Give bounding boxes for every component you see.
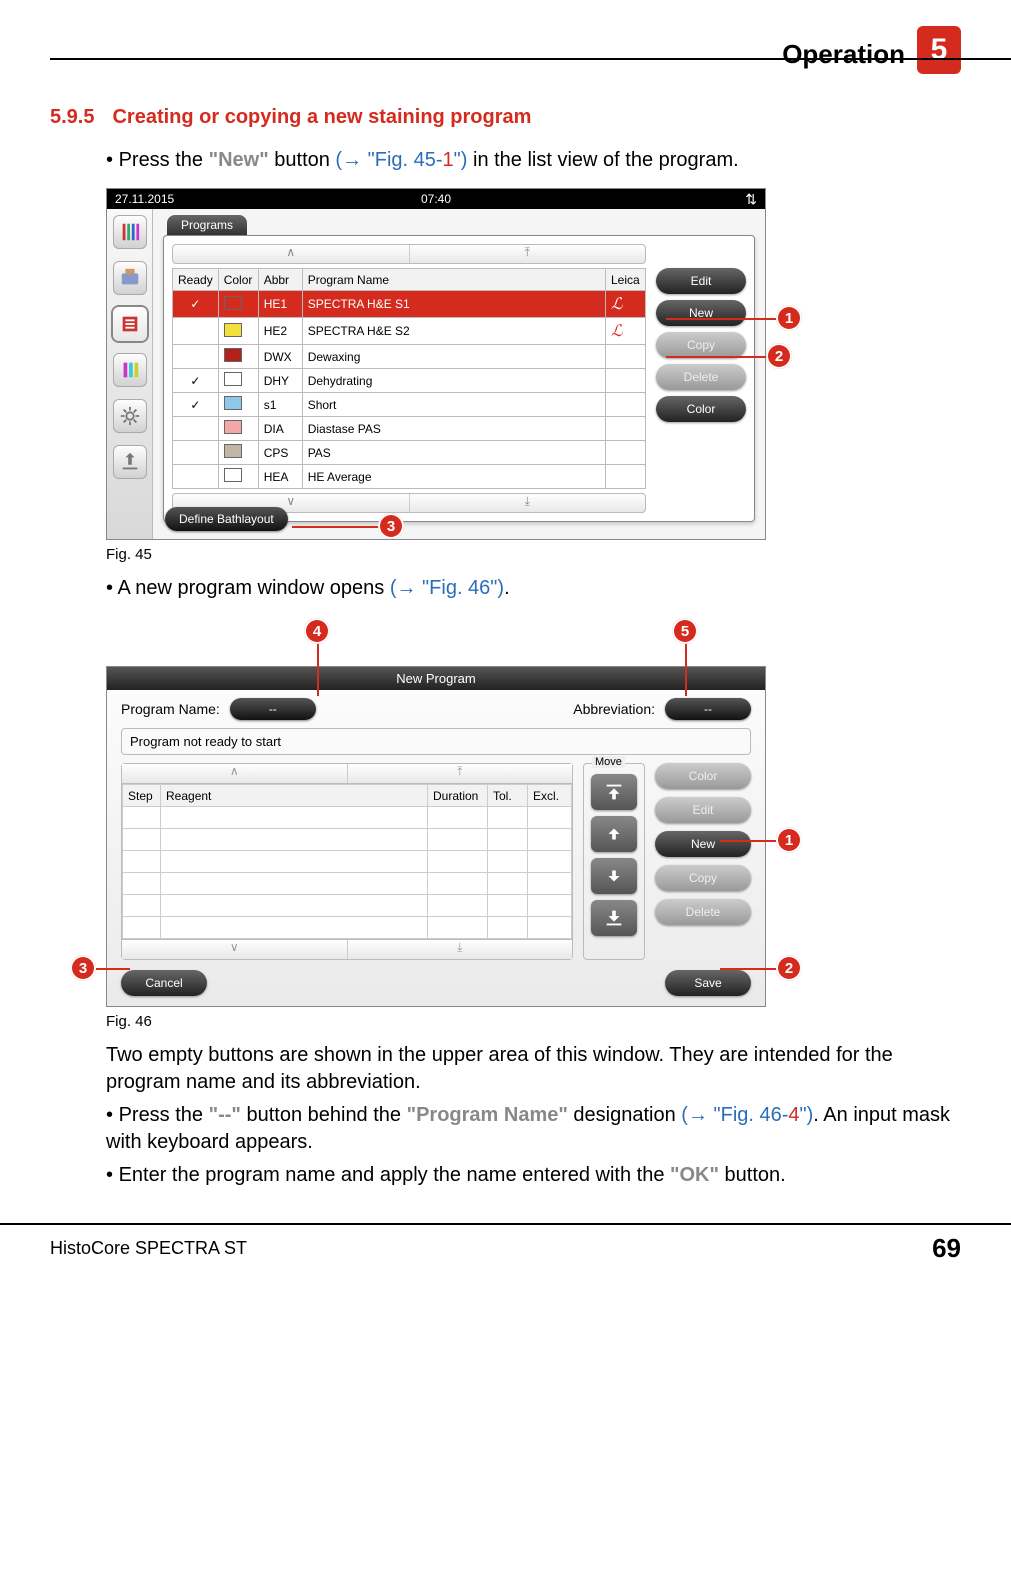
copy-button-np[interactable]: Copy — [655, 865, 751, 891]
move-top-button[interactable] — [591, 774, 637, 810]
fig45-sidebar — [107, 209, 153, 539]
delete-button-np[interactable]: Delete — [655, 899, 751, 925]
abbreviation-label: Abbreviation: — [573, 701, 655, 717]
bullet-4: • Enter the program name and apply the n… — [106, 1162, 961, 1189]
header-rule — [50, 58, 1011, 60]
program-name-button[interactable]: -- — [230, 698, 316, 720]
fig45-caption: Fig. 45 — [106, 546, 961, 563]
save-button[interactable]: Save — [665, 970, 751, 996]
callout-46-3: 3 — [70, 955, 96, 981]
chapter-badge: 5 — [917, 26, 961, 74]
copy-button[interactable]: Copy — [656, 332, 746, 358]
header-section: Operation — [782, 39, 905, 70]
stainer-icon[interactable] — [113, 261, 147, 295]
move-bottom-button[interactable] — [591, 900, 637, 936]
move-up-button[interactable] — [591, 816, 637, 852]
fig46-screenshot: New Program Program Name: -- Abbreviatio… — [106, 666, 766, 1007]
reagents-icon[interactable] — [113, 353, 147, 387]
steps-scroll-top[interactable]: ∧⤒ — [122, 764, 572, 784]
table-row[interactable]: ✓s1Short — [173, 393, 646, 417]
table-row[interactable]: ✓DHYDehydrating — [173, 369, 646, 393]
programs-tab[interactable]: Programs — [167, 215, 247, 235]
callout-46-5: 5 — [672, 618, 698, 644]
callout-45-2: 2 — [766, 343, 792, 369]
bullet-3: • Press the "--" button behind the "Prog… — [106, 1102, 961, 1156]
slides-icon[interactable] — [113, 215, 147, 249]
callout-45-3: 3 — [378, 513, 404, 539]
move-down-button[interactable] — [591, 858, 637, 894]
fig45-time: 07:40 — [106, 192, 766, 206]
gear-icon[interactable] — [113, 399, 147, 433]
color-button-np[interactable]: Color — [655, 763, 751, 789]
footer-product: HistoCore SPECTRA ST — [50, 1238, 247, 1259]
delete-button[interactable]: Delete — [656, 364, 746, 390]
section-title: 5.9.5Creating or copying a new staining … — [50, 106, 961, 129]
paragraph-1: Two empty buttons are shown in the upper… — [106, 1042, 961, 1096]
cancel-button[interactable]: Cancel — [121, 970, 207, 996]
table-row[interactable]: DWXDewaxing — [173, 345, 646, 369]
table-row[interactable]: HE2SPECTRA H&E S2ℒ — [173, 318, 646, 345]
table-row[interactable]: CPSPAS — [173, 441, 646, 465]
callout-45-1: 1 — [776, 305, 802, 331]
program-name-label: Program Name: — [121, 701, 220, 717]
new-button[interactable]: New — [656, 300, 746, 326]
bullet-1: • Press the "New" button (→ "Fig. 45-1")… — [106, 147, 961, 174]
table-row[interactable]: HEAHE Average — [173, 465, 646, 489]
steps-table: Step Reagent Duration Tol. Excl. — [122, 784, 572, 939]
edit-button-np[interactable]: Edit — [655, 797, 751, 823]
new-program-title: New Program — [107, 667, 765, 690]
new-button-np[interactable]: New — [655, 831, 751, 857]
page-number: 69 — [932, 1233, 961, 1264]
export-icon[interactable] — [113, 445, 147, 479]
fig45-screenshot: 27.11.2015 07:40 ⇅ Programs ∧ — [106, 188, 766, 540]
table-row[interactable]: ✓HE1SPECTRA H&E S1ℒ — [173, 291, 646, 318]
bullet-2: • A new program window opens (→ "Fig. 46… — [106, 575, 961, 602]
steps-panel: ∧⤒ Step Reagent Duration Tol. Excl. — [121, 763, 573, 960]
fig46-caption: Fig. 46 — [106, 1013, 961, 1030]
status-bar: Program not ready to start — [121, 728, 751, 755]
steps-scroll-bottom[interactable]: ∨⤓ — [122, 939, 572, 959]
callout-46-1: 1 — [776, 827, 802, 853]
programs-icon[interactable] — [113, 307, 147, 341]
programs-table: Ready Color Abbr Program Name Leica ✓HE1… — [172, 268, 646, 489]
abbreviation-button[interactable]: -- — [665, 698, 751, 720]
edit-button[interactable]: Edit — [656, 268, 746, 294]
callout-46-4: 4 — [304, 618, 330, 644]
define-bathlayout-button[interactable]: Define Bathlayout — [165, 507, 288, 531]
table-row[interactable]: DIADiastase PAS — [173, 417, 646, 441]
move-panel: Move — [583, 763, 645, 960]
callout-46-2: 2 — [776, 955, 802, 981]
table-scroll-top[interactable]: ∧⤒ — [172, 244, 646, 264]
color-button[interactable]: Color — [656, 396, 746, 422]
